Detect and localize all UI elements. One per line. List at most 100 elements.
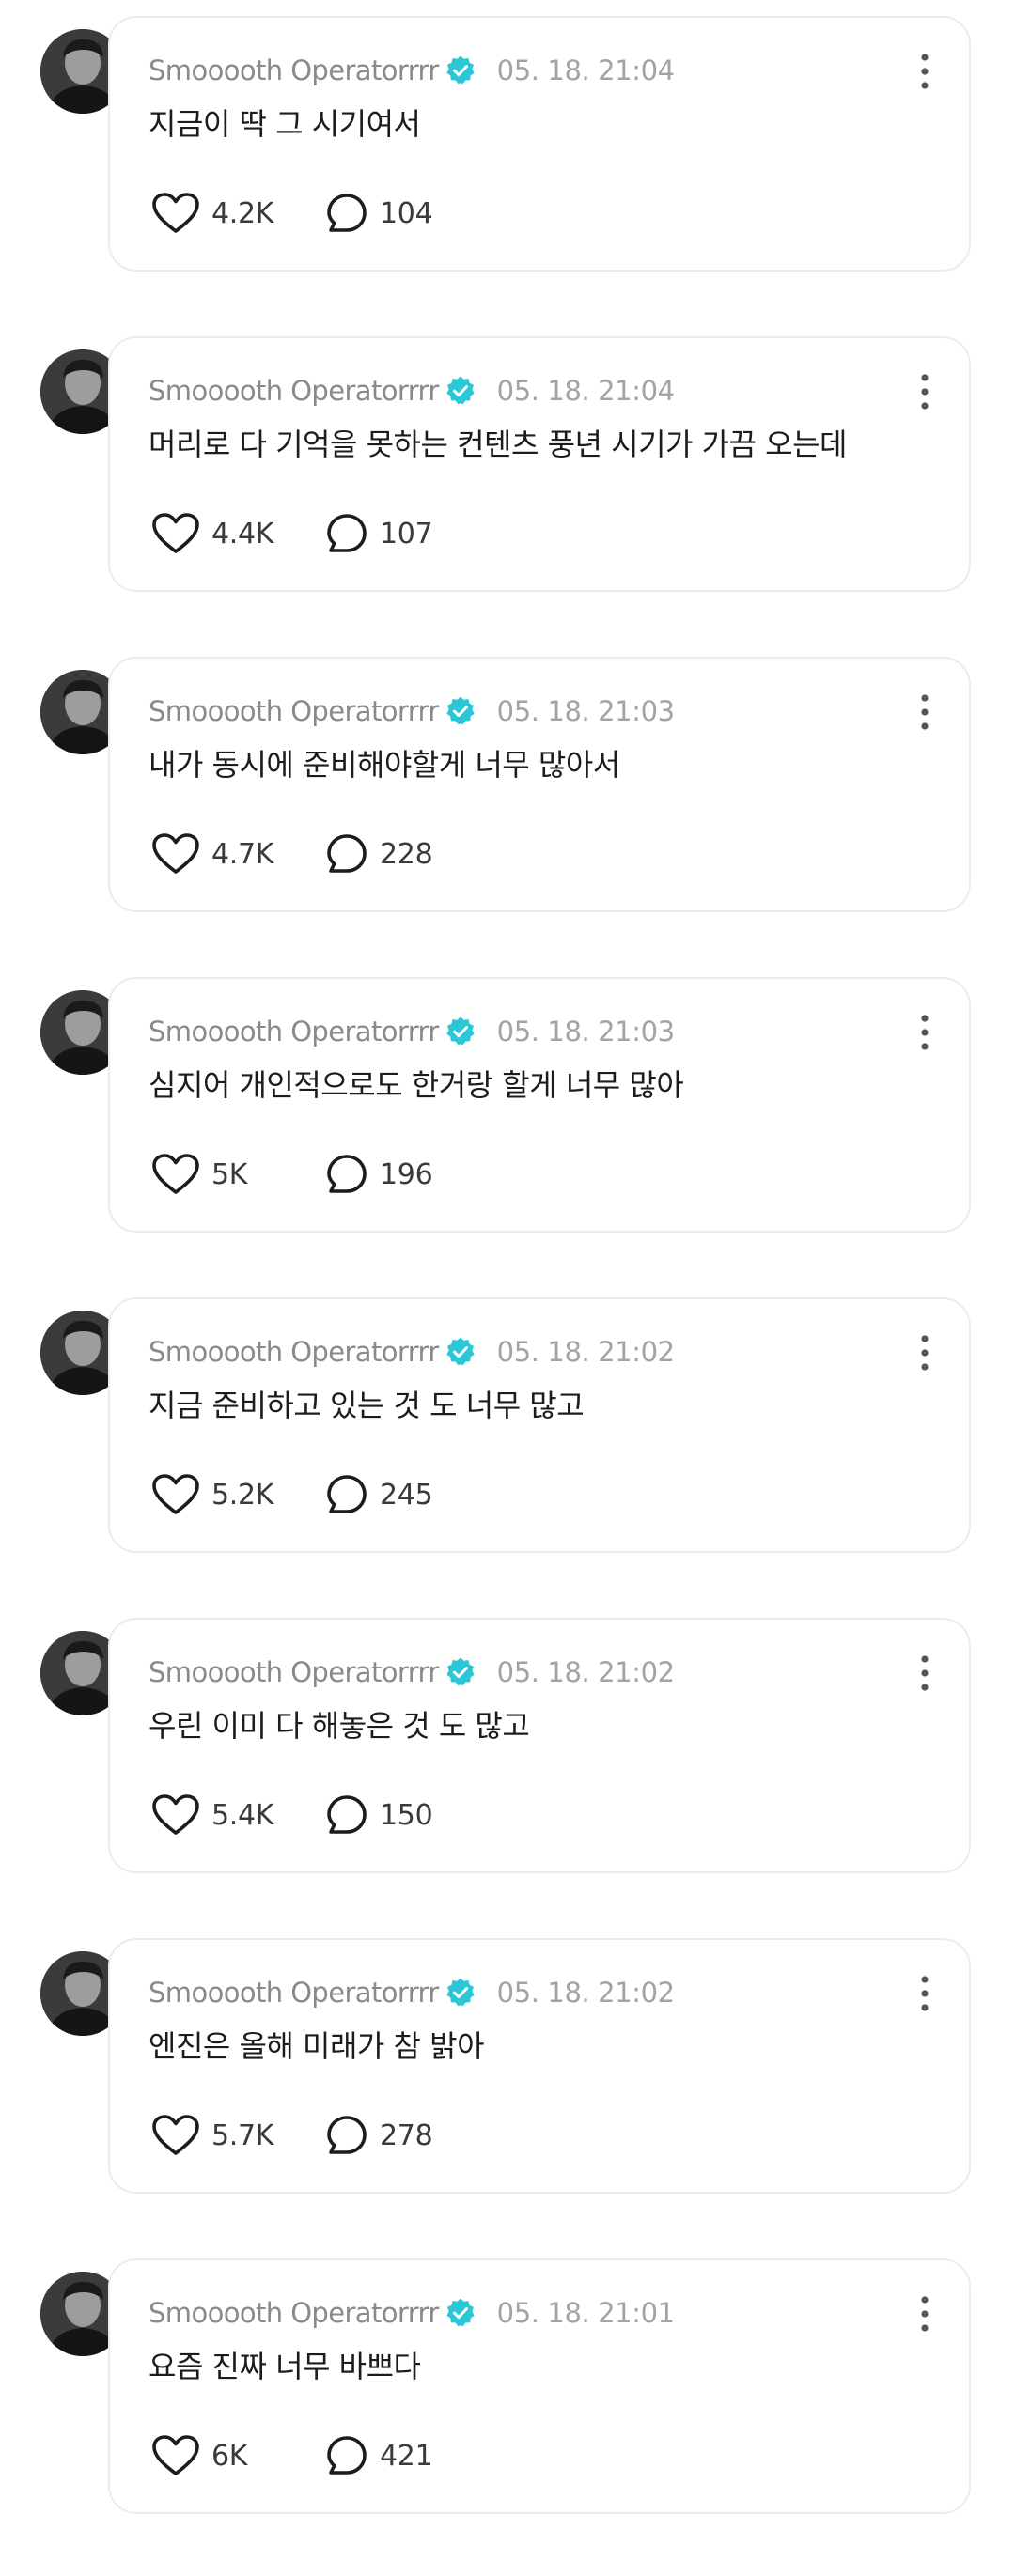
post-header: Smooooth Operatorrrr 05. 18. 21:02 bbox=[148, 1974, 675, 2011]
like-count: 5K bbox=[211, 1157, 248, 1191]
post: Smooooth Operatorrrr 05. 18. 21:02 엔진은 올… bbox=[0, 1922, 1015, 2204]
post: Smooooth Operatorrrr 05. 18. 21:04 지금이 딱… bbox=[0, 0, 1015, 282]
like-button[interactable]: 5.7K bbox=[151, 2109, 273, 2162]
reply-button[interactable]: 104 bbox=[325, 187, 433, 240]
post-timestamp: 05. 18. 21:02 bbox=[496, 1977, 675, 2009]
more-vertical-icon bbox=[921, 694, 929, 730]
reply-button[interactable]: 245 bbox=[325, 1468, 433, 1521]
heart-icon bbox=[152, 1474, 199, 1514]
post-card[interactable]: Smooooth Operatorrrr 05. 18. 21:03 심지어 개… bbox=[108, 977, 971, 1233]
like-button[interactable]: 5.2K bbox=[151, 1468, 273, 1521]
post-header: Smooooth Operatorrrr 05. 18. 21:03 bbox=[148, 692, 675, 730]
post-card[interactable]: Smooooth Operatorrrr 05. 18. 21:02 지금 준비… bbox=[108, 1297, 971, 1553]
author-name[interactable]: Smooooth Operatorrrr bbox=[148, 1977, 439, 2009]
more-vertical-icon bbox=[921, 374, 929, 410]
more-options-button[interactable] bbox=[914, 52, 935, 91]
author-name[interactable]: Smooooth Operatorrrr bbox=[148, 2297, 439, 2329]
post-card[interactable]: Smooooth Operatorrrr 05. 18. 21:04 머리로 다… bbox=[108, 336, 971, 592]
comment-bubble-icon bbox=[327, 834, 367, 873]
comment-bubble-icon bbox=[327, 514, 367, 552]
like-button[interactable]: 4.2K bbox=[151, 187, 273, 240]
post-card[interactable]: Smooooth Operatorrrr 05. 18. 21:04 지금이 딱… bbox=[108, 16, 971, 272]
heart-icon bbox=[152, 1154, 199, 1194]
reply-count: 196 bbox=[380, 1157, 433, 1191]
post-text: 지금이 딱 그 시기여서 bbox=[148, 106, 421, 142]
like-count: 6K bbox=[211, 2439, 248, 2473]
verified-badge-icon bbox=[445, 1336, 476, 1368]
post-card[interactable]: Smooooth Operatorrrr 05. 18. 21:03 내가 동시… bbox=[108, 657, 971, 912]
post-timestamp: 05. 18. 21:01 bbox=[496, 2297, 675, 2329]
post-text: 엔진은 올해 미래가 참 밝아 bbox=[148, 2028, 485, 2064]
verified-badge-icon bbox=[445, 1977, 476, 2009]
comment-bubble-icon bbox=[327, 1795, 367, 1834]
author-name[interactable]: Smooooth Operatorrrr bbox=[148, 1336, 439, 1368]
like-count: 5.7K bbox=[211, 2118, 274, 2152]
like-button[interactable]: 5K bbox=[151, 1148, 247, 1201]
post-timestamp: 05. 18. 21:02 bbox=[496, 1336, 675, 1368]
post: Smooooth Operatorrrr 05. 18. 21:04 머리로 다… bbox=[0, 320, 1015, 602]
like-count: 5.4K bbox=[211, 1798, 274, 1832]
post-card[interactable]: Smooooth Operatorrrr 05. 18. 21:02 우린 이미… bbox=[108, 1618, 971, 1873]
reply-button[interactable]: 150 bbox=[325, 1789, 433, 1841]
comment-bubble-icon bbox=[327, 1475, 367, 1513]
more-options-button[interactable] bbox=[914, 1333, 935, 1373]
more-options-button[interactable] bbox=[914, 1653, 935, 1693]
like-count: 4.7K bbox=[211, 837, 274, 871]
post-text: 심지어 개인적으로도 한거랑 할게 너무 많아 bbox=[148, 1067, 684, 1103]
author-name[interactable]: Smooooth Operatorrrr bbox=[148, 1016, 439, 1047]
like-button[interactable]: 6K bbox=[151, 2429, 247, 2482]
post-timestamp: 05. 18. 21:03 bbox=[496, 695, 675, 727]
more-options-button[interactable] bbox=[914, 1974, 935, 2013]
post-text: 지금 준비하고 있는 것 도 너무 많고 bbox=[148, 1388, 585, 1423]
author-name[interactable]: Smooooth Operatorrrr bbox=[148, 375, 439, 407]
author-name[interactable]: Smooooth Operatorrrr bbox=[148, 1656, 439, 1688]
heart-icon bbox=[152, 193, 199, 233]
more-vertical-icon bbox=[921, 54, 929, 89]
post-text: 머리로 다 기억을 못하는 컨텐츠 풍년 시기가 가끔 오는데 bbox=[148, 427, 848, 462]
reply-button[interactable]: 421 bbox=[325, 2429, 433, 2482]
reply-count: 245 bbox=[380, 1478, 433, 1512]
author-name[interactable]: Smooooth Operatorrrr bbox=[148, 54, 439, 86]
reply-count: 104 bbox=[380, 196, 433, 230]
post-timestamp: 05. 18. 21:04 bbox=[496, 375, 675, 407]
more-options-button[interactable] bbox=[914, 692, 935, 732]
post-header: Smooooth Operatorrrr 05. 18. 21:02 bbox=[148, 1653, 675, 1691]
more-options-button[interactable] bbox=[914, 2294, 935, 2334]
reply-count: 278 bbox=[380, 2118, 433, 2152]
verified-badge-icon bbox=[445, 54, 476, 86]
reply-count: 421 bbox=[380, 2439, 433, 2473]
post-header: Smooooth Operatorrrr 05. 18. 21:01 bbox=[148, 2294, 675, 2332]
post: Smooooth Operatorrrr 05. 18. 21:02 지금 준비… bbox=[0, 1281, 1015, 1563]
more-options-button[interactable] bbox=[914, 1013, 935, 1052]
reply-button[interactable]: 107 bbox=[325, 507, 433, 560]
post-header: Smooooth Operatorrrr 05. 18. 21:02 bbox=[148, 1333, 675, 1371]
post: Smooooth Operatorrrr 05. 18. 21:01 요즘 진짜… bbox=[0, 2242, 1015, 2524]
reply-button[interactable]: 196 bbox=[325, 1148, 433, 1201]
like-button[interactable]: 4.7K bbox=[151, 828, 273, 880]
like-button[interactable]: 5.4K bbox=[151, 1789, 273, 1841]
reply-button[interactable]: 278 bbox=[325, 2109, 433, 2162]
comment-bubble-icon bbox=[327, 194, 367, 232]
reply-button[interactable]: 228 bbox=[325, 828, 433, 880]
comment-bubble-icon bbox=[327, 2116, 367, 2154]
comment-bubble-icon bbox=[327, 1155, 367, 1193]
like-count: 4.2K bbox=[211, 196, 274, 230]
more-options-button[interactable] bbox=[914, 372, 935, 411]
heart-icon bbox=[152, 513, 199, 553]
verified-badge-icon bbox=[445, 1016, 476, 1047]
post: Smooooth Operatorrrr 05. 18. 21:03 심지어 개… bbox=[0, 961, 1015, 1243]
like-button[interactable]: 4.4K bbox=[151, 507, 273, 560]
post-card[interactable]: Smooooth Operatorrrr 05. 18. 21:01 요즘 진짜… bbox=[108, 2258, 971, 2514]
verified-badge-icon bbox=[445, 1656, 476, 1688]
heart-icon bbox=[152, 833, 199, 874]
more-vertical-icon bbox=[921, 1335, 929, 1371]
post: Smooooth Operatorrrr 05. 18. 21:03 내가 동시… bbox=[0, 641, 1015, 923]
author-name[interactable]: Smooooth Operatorrrr bbox=[148, 695, 439, 727]
more-vertical-icon bbox=[921, 2296, 929, 2332]
post-timestamp: 05. 18. 21:04 bbox=[496, 54, 675, 86]
more-vertical-icon bbox=[921, 1655, 929, 1691]
reply-count: 150 bbox=[380, 1798, 433, 1832]
post-text: 내가 동시에 준비해야할게 너무 많아서 bbox=[148, 747, 620, 783]
reply-count: 228 bbox=[380, 837, 433, 871]
post-card[interactable]: Smooooth Operatorrrr 05. 18. 21:02 엔진은 올… bbox=[108, 1938, 971, 2194]
